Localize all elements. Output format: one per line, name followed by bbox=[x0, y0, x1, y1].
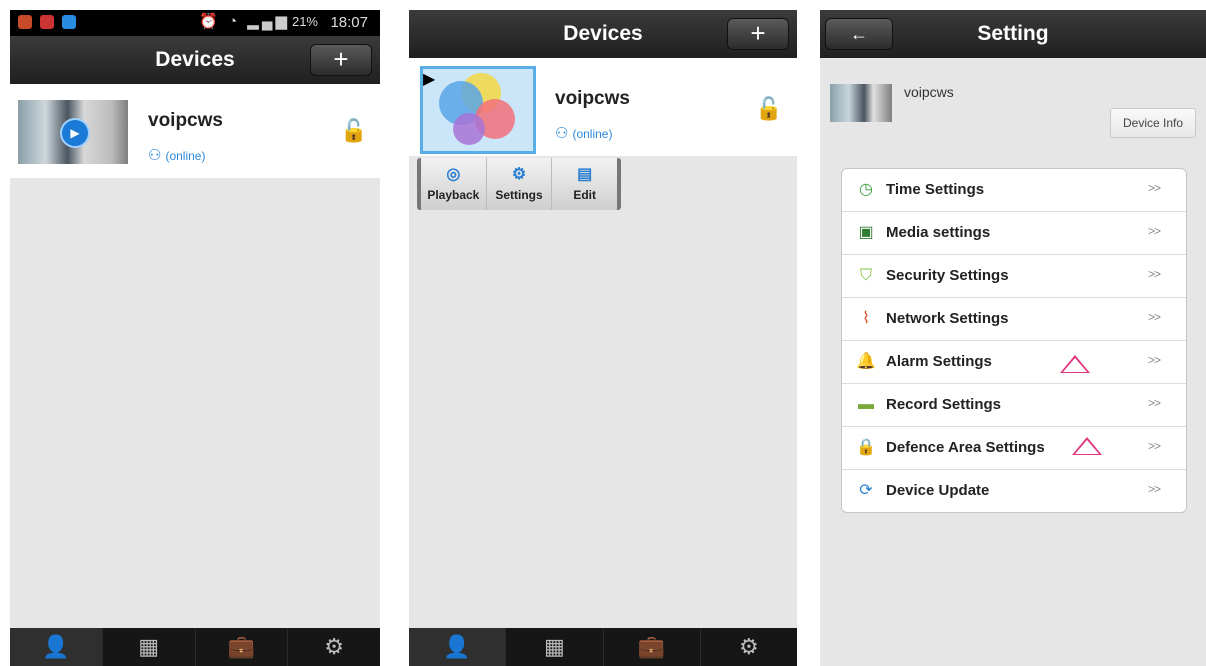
chevron-right-icon: >> bbox=[1147, 267, 1161, 281]
settings-label: Settings bbox=[495, 188, 543, 202]
playback-button[interactable]: ◎ Playback bbox=[421, 158, 487, 210]
clock-icon: ◷ bbox=[859, 181, 873, 198]
tab-contacts[interactable]: 👤 bbox=[10, 628, 103, 666]
contacts-icon: 👤 bbox=[42, 634, 70, 659]
screen-setting: ← Setting voipcws Device Info ◷ Time Set… bbox=[820, 10, 1206, 666]
add-device-button[interactable]: + bbox=[310, 44, 372, 76]
tab-toolbox[interactable]: 💼 bbox=[604, 628, 701, 666]
tab-keypad[interactable]: ▦ bbox=[103, 628, 196, 666]
marker-triangle-inner bbox=[1075, 440, 1099, 454]
gear-icon: ⚙ bbox=[324, 634, 344, 659]
page-title: Setting bbox=[977, 22, 1049, 45]
clock: 18:07 bbox=[330, 14, 368, 31]
lock-icon: 🔒 bbox=[856, 439, 876, 456]
tab-contacts[interactable]: 👤 bbox=[409, 628, 507, 666]
app-notification-icon bbox=[18, 15, 32, 29]
chevron-right-icon: >> bbox=[1147, 181, 1161, 195]
device-popup-menu: ◎ Playback ⚙ Settings ▤ Edit bbox=[417, 158, 621, 210]
keypad-icon: ▦ bbox=[543, 634, 565, 659]
device-status: ⚇ (online) bbox=[555, 124, 612, 142]
device-thumbnail bbox=[830, 84, 892, 122]
edit-icon: ▤ bbox=[577, 166, 593, 183]
settings-item-label: Alarm Settings bbox=[886, 353, 992, 370]
device-info-button[interactable]: Device Info bbox=[1110, 108, 1196, 138]
toolbox-icon: 💼 bbox=[227, 634, 256, 659]
tab-toolbox[interactable]: 💼 bbox=[196, 628, 289, 666]
settings-item-label: Security Settings bbox=[886, 267, 1009, 284]
device-name: voipcws bbox=[148, 110, 223, 131]
device-header: voipcws Device Info bbox=[820, 66, 1206, 152]
toolbox-icon: 💼 bbox=[637, 634, 666, 659]
battery-level: 21% bbox=[291, 14, 318, 29]
settings-item-alarm[interactable]: 🔔 Alarm Settings >> bbox=[842, 341, 1186, 384]
device-status-text: (online) bbox=[165, 149, 206, 163]
screen-devices: ⏰ ◔ ▂▄▆ 21% 18:07 Devices + ▶ voipcws ⚇(… bbox=[10, 10, 380, 666]
device-row[interactable]: ▶ voipcws ⚇ (online) 🔓 bbox=[10, 84, 380, 178]
device-thumbnail-default[interactable]: ▶ bbox=[420, 66, 536, 154]
chevron-right-icon: >> bbox=[1147, 224, 1161, 238]
unlock-icon[interactable]: 🔓 bbox=[340, 118, 367, 144]
chevron-right-icon: >> bbox=[1147, 310, 1161, 324]
device-name: voipcws bbox=[904, 84, 954, 100]
update-icon: ⟳ bbox=[859, 482, 873, 499]
title-bar: Devices + bbox=[409, 10, 797, 58]
settings-item-label: Media settings bbox=[886, 224, 991, 241]
antenna-icon: ⌇ bbox=[862, 310, 870, 327]
settings-item-network[interactable]: ⌇ Network Settings >> bbox=[842, 298, 1186, 341]
settings-icon: ⚙ bbox=[511, 166, 527, 183]
gear-icon: ⚙ bbox=[739, 634, 759, 659]
device-status-text: (online) bbox=[572, 127, 613, 141]
settings-item-label: Defence Area Settings bbox=[886, 439, 1045, 456]
settings-item-media[interactable]: ▣ Media settings >> bbox=[842, 212, 1186, 255]
tab-keypad[interactable]: ▦ bbox=[506, 628, 604, 666]
device-row[interactable]: ▶ voipcws ⚇ (online) 🔓 bbox=[409, 58, 797, 156]
chevron-right-icon: >> bbox=[1147, 439, 1161, 453]
device-status: ⚇ (online) bbox=[148, 146, 205, 164]
settings-item-record[interactable]: ▬ Record Settings >> bbox=[842, 384, 1186, 427]
add-device-button[interactable]: + bbox=[727, 18, 789, 50]
settings-item-label: Device Update bbox=[886, 482, 990, 499]
keypad-icon: ▦ bbox=[138, 634, 160, 659]
chevron-right-icon: >> bbox=[1147, 482, 1161, 496]
tab-settings[interactable]: ⚙ bbox=[701, 628, 797, 666]
user-icon: ⚇ bbox=[148, 147, 162, 164]
settings-item-time[interactable]: ◷ Time Settings >> bbox=[842, 169, 1186, 212]
camera-icon: ▬ bbox=[858, 396, 874, 413]
clapper-icon: ▣ bbox=[858, 224, 874, 241]
device-name: voipcws bbox=[555, 88, 630, 109]
settings-list: ◷ Time Settings >> ▣ Media settings >> ⛉… bbox=[841, 168, 1187, 513]
alarm-wifi-signal-icons: ⏰ ◔ ▂▄▆ bbox=[199, 13, 290, 30]
chevron-right-icon: >> bbox=[1147, 396, 1161, 410]
edit-button[interactable]: ▤ Edit bbox=[552, 158, 617, 210]
download-notification-icon bbox=[62, 15, 76, 29]
bell-icon: 🔔 bbox=[856, 353, 876, 370]
unlock-icon[interactable]: 🔓 bbox=[755, 96, 782, 122]
shield-icon: ⛉ bbox=[859, 267, 872, 284]
edit-label: Edit bbox=[573, 188, 597, 202]
settings-button[interactable]: ⚙ Settings bbox=[487, 158, 553, 210]
bottom-tab-bar: 👤 ▦ 💼 ⚙ bbox=[10, 628, 380, 666]
settings-item-label: Record Settings bbox=[886, 396, 1002, 413]
settings-item-label: Time Settings bbox=[886, 181, 985, 198]
screen-devices-menu: Devices + ▶ voipcws ⚇ (online) 🔓 ◎ Playba… bbox=[409, 10, 797, 666]
user-icon: ⚇ bbox=[555, 125, 569, 142]
title-bar: ← Setting bbox=[820, 10, 1206, 58]
tab-settings[interactable]: ⚙ bbox=[288, 628, 380, 666]
marker-triangle-inner bbox=[1063, 358, 1087, 372]
status-bar: ⏰ ◔ ▂▄▆ 21% 18:07 bbox=[10, 10, 380, 36]
contacts-icon: 👤 bbox=[443, 634, 471, 659]
title-bar: Devices + bbox=[10, 36, 380, 84]
settings-item-device-update[interactable]: ⟳ Device Update >> bbox=[842, 470, 1186, 512]
chat-notification-icon bbox=[40, 15, 54, 29]
chevron-right-icon: >> bbox=[1147, 353, 1161, 367]
settings-item-label: Network Settings bbox=[886, 310, 1009, 327]
settings-item-security[interactable]: ⛉ Security Settings >> bbox=[842, 255, 1186, 298]
playback-label: Playback bbox=[427, 188, 480, 202]
settings-item-defence-area[interactable]: 🔒 Defence Area Settings >> bbox=[842, 427, 1186, 470]
thumb-circle-purple bbox=[453, 113, 485, 145]
bottom-tab-bar: 👤 ▦ 💼 ⚙ bbox=[409, 628, 797, 666]
play-icon: ▶ bbox=[60, 118, 90, 148]
device-thumbnail[interactable]: ▶ bbox=[18, 100, 128, 164]
playback-icon: ◎ bbox=[446, 166, 461, 183]
